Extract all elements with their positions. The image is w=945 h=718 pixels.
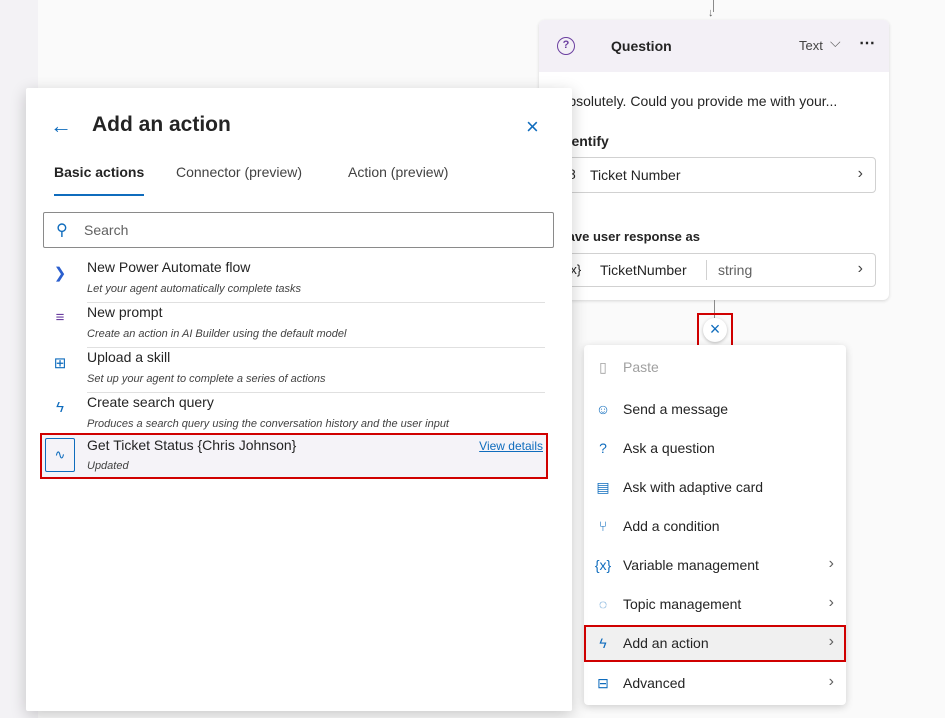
topic-icon: ◌ [598, 596, 608, 612]
back-arrow-icon[interactable]: ← [50, 113, 72, 139]
question-icon: ? [599, 440, 607, 456]
skill-icon: ⊞ [53, 355, 67, 372]
search-placeholder: Search [84, 222, 129, 238]
card-icon: ▤ [596, 479, 610, 495]
lightning-icon: ϟ [56, 399, 64, 416]
action-item-get-ticket-status[interactable]: ∿ Get Ticket Status {Chris Johnson} Upda… [40, 433, 548, 479]
action-title: New Power Automate flow [87, 259, 251, 275]
flow-icon: ∿ [45, 438, 75, 472]
action-item-search-query[interactable]: ϟ Create search query Produces a search … [43, 393, 545, 438]
menu-item-label: Ask with adaptive card [623, 479, 764, 495]
action-item-new-prompt[interactable]: ≡ New prompt Create an action in AI Buil… [43, 303, 545, 348]
chevron-right-icon: › [857, 165, 863, 182]
variable-name: TicketNumber [600, 262, 687, 278]
menu-item-add-condition[interactable]: ⑂ Add a condition [584, 508, 846, 545]
variable-icon: {x} [594, 557, 612, 573]
action-title: New prompt [87, 304, 163, 320]
message-icon: ☺ [595, 401, 611, 417]
chevron-down-icon[interactable]: ⌵ [830, 34, 841, 51]
menu-item-label: Topic management [623, 596, 742, 612]
menu-item-topic-management[interactable]: ◌ Topic management › [584, 586, 846, 623]
chevron-right-icon: › [828, 555, 834, 572]
more-options-icon[interactable]: ⋯ [859, 33, 876, 53]
identify-field[interactable]: 8 Ticket Number › [559, 157, 876, 193]
add-action-panel: ← Add an action × Basic actions Connecto… [26, 88, 572, 711]
question-message[interactable]: Absolutely. Could you provide me with yo… [559, 93, 879, 109]
search-input[interactable]: ⚲ Search [43, 212, 554, 248]
variable-type: string [718, 262, 753, 278]
connector-arrow: ↓ [706, 0, 722, 20]
action-description: Produces a search query using the conver… [87, 418, 449, 430]
menu-item-send-message[interactable]: ☺ Send a message [584, 391, 846, 428]
action-title: Get Ticket Status {Chris Johnson} [87, 437, 297, 453]
close-icon[interactable]: × [703, 318, 727, 342]
branch-icon: ⑂ [598, 518, 608, 534]
action-item-upload-skill[interactable]: ⊞ Upload a skill Set up your agent to co… [43, 348, 545, 393]
divider [706, 260, 707, 280]
tab-basic-actions[interactable]: Basic actions [54, 164, 145, 196]
menu-item-label: Add a condition [623, 518, 720, 534]
menu-item-ask-question[interactable]: ? Ask a question [584, 430, 846, 467]
tab-action[interactable]: Action (preview) [348, 164, 448, 180]
question-icon: ? [557, 37, 575, 55]
menu-item-add-action[interactable]: ϟ Add an action › [584, 625, 846, 662]
action-description: Updated [87, 460, 129, 472]
prompt-icon: ≡ [55, 309, 65, 326]
menu-item-label: Advanced [623, 675, 686, 691]
chevron-right-icon: › [857, 260, 863, 277]
question-node-header: ? Question Text ⌵ ⋯ [539, 20, 889, 72]
panel-title: Add an action [92, 113, 231, 136]
briefcase-icon: ⊟ [597, 675, 609, 691]
power-automate-icon: ❯ [53, 265, 67, 282]
chevron-right-icon: › [828, 673, 834, 690]
tab-connector[interactable]: Connector (preview) [176, 164, 302, 180]
save-response-label: Save user response as [559, 229, 700, 244]
action-title: Upload a skill [87, 349, 171, 365]
chevron-right-icon: › [828, 594, 834, 611]
action-title: Create search query [87, 394, 214, 410]
action-item-power-automate[interactable]: ❯ New Power Automate flow Let your agent… [43, 258, 545, 303]
view-details-link[interactable]: View details [479, 439, 543, 453]
question-node-title: Question [611, 38, 672, 54]
menu-item-paste[interactable]: ▯ Paste [584, 349, 846, 386]
add-node-menu: ▯ Paste ☺ Send a message ? Ask a questio… [584, 345, 846, 705]
menu-item-variable-management[interactable]: {x} Variable management › [584, 547, 846, 584]
menu-item-label: Variable management [623, 557, 759, 573]
question-node[interactable]: ? Question Text ⌵ ⋯ Absolutely. Could yo… [539, 20, 889, 300]
identify-value: Ticket Number [590, 167, 681, 183]
question-type-select[interactable]: Text [799, 38, 823, 53]
lightning-icon: ϟ [599, 635, 607, 651]
menu-item-label: Ask a question [623, 440, 715, 456]
close-node-menu-button[interactable]: × [697, 313, 733, 348]
action-description: Set up your agent to complete a series o… [87, 373, 326, 385]
menu-item-label: Paste [623, 359, 659, 375]
chevron-right-icon: › [828, 633, 834, 650]
menu-item-adaptive-card[interactable]: ▤ Ask with adaptive card [584, 469, 846, 506]
variable-field[interactable]: {x} TicketNumber string › [559, 253, 876, 287]
menu-item-advanced[interactable]: ⊟ Advanced › [584, 665, 846, 702]
paste-icon: ▯ [599, 359, 607, 375]
menu-item-label: Send a message [623, 401, 729, 417]
action-description: Create an action in AI Builder using the… [87, 328, 347, 340]
menu-item-label: Add an action [623, 635, 709, 651]
close-icon[interactable]: × [526, 114, 539, 140]
search-icon: ⚲ [56, 222, 68, 239]
action-description: Let your agent automatically complete ta… [87, 283, 302, 295]
